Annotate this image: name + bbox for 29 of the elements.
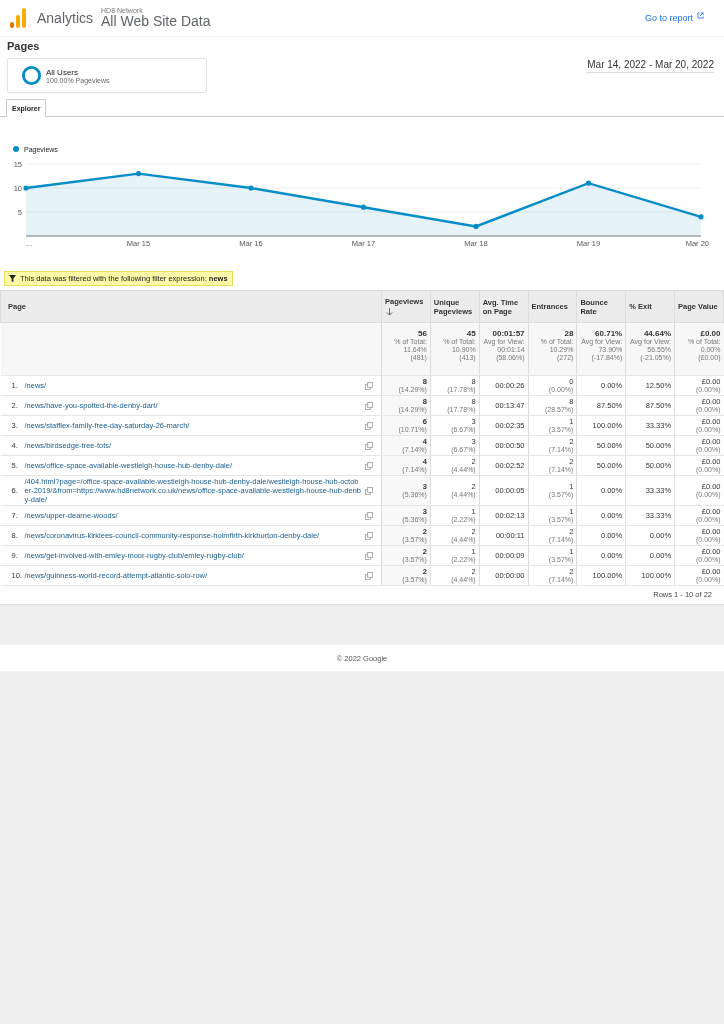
total-value: 28 xyxy=(563,329,574,338)
date-range[interactable]: Mar 14, 2022 - Mar 20, 2022 xyxy=(587,59,714,73)
open-page-icon[interactable] xyxy=(365,531,373,540)
total-value: 00:01:57 xyxy=(491,329,525,338)
total-value: £0.00 xyxy=(699,329,721,338)
total-value: 56 xyxy=(416,329,427,338)
open-page-icon[interactable] xyxy=(365,511,373,520)
product-name: Analytics xyxy=(37,10,94,26)
external-link-icon xyxy=(697,11,704,19)
page-title: Pages xyxy=(6,39,41,52)
ring-icon xyxy=(21,65,42,86)
total-value: 44.64% xyxy=(642,329,672,338)
open-page-icon[interactable] xyxy=(365,441,373,450)
filter-icon xyxy=(9,275,16,282)
open-page-icon[interactable] xyxy=(365,486,373,495)
segment-name: All Users xyxy=(46,67,79,77)
total-value: 45 xyxy=(465,329,476,338)
open-page-icon[interactable] xyxy=(365,421,373,430)
total-value: 60.71% xyxy=(594,329,623,338)
open-page-icon[interactable] xyxy=(365,551,373,560)
go-to-report-link[interactable]: Go to report xyxy=(644,13,693,23)
open-page-icon[interactable] xyxy=(365,401,373,410)
open-page-icon[interactable] xyxy=(365,461,373,470)
open-page-icon[interactable] xyxy=(365,381,373,390)
sort-arrow-icon xyxy=(386,307,393,316)
legend-dot xyxy=(13,146,19,152)
property-name: All Web Site Data xyxy=(101,14,211,29)
open-page-icon[interactable] xyxy=(365,571,373,580)
analytics-logo-icon xyxy=(10,8,26,28)
